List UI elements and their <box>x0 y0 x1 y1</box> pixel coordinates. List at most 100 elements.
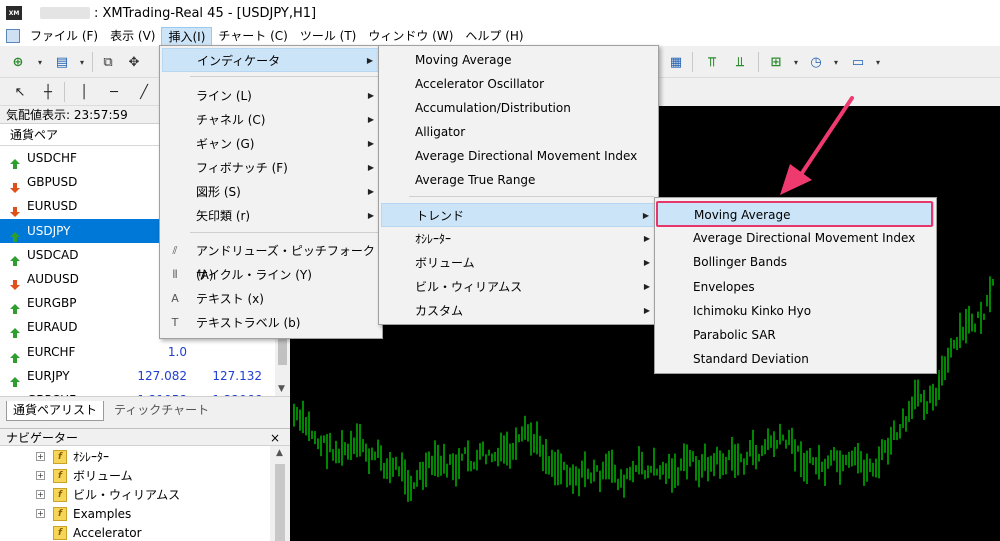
expand-icon[interactable]: + <box>36 471 45 480</box>
bid-price: 127.082 <box>137 368 187 383</box>
navigator-scrollbar[interactable]: ▲ <box>270 446 290 541</box>
indicator-menu-item[interactable]: ｵｼﾚｰﾀｰ ▶ <box>381 227 656 251</box>
indicator-menu-item[interactable]: Average Directional Movement Index <box>381 144 656 168</box>
up-arrow-icon <box>10 371 20 387</box>
tree-item-label: Accelerator <box>73 525 142 540</box>
trend-menu-item[interactable]: Standard Deviation <box>657 347 934 371</box>
expand-icon[interactable]: + <box>36 490 45 499</box>
tree-item-bill-williams[interactable]: + f ビル・ウィリアムス <box>36 485 180 504</box>
periods-clock-icon[interactable]: ◷ <box>806 52 826 72</box>
indicator-menu-item[interactable]: Accumulation/Distribution <box>381 96 656 120</box>
indicator-menu-item[interactable]: Alligator <box>381 120 656 144</box>
insert-menu-item[interactable]: 矢印類 (r) ▶ <box>162 204 380 228</box>
crosshair-icon[interactable]: ┼ <box>38 82 58 102</box>
menu-insert[interactable]: 挿入(I) <box>161 26 213 46</box>
menu-item-label: Moving Average <box>415 53 512 67</box>
market-watch-tabs: 通貨ペアリスト ティックチャート <box>0 396 290 424</box>
indicator-menu-item[interactable]: ビル・ウィリアムス ▶ <box>381 275 656 299</box>
indicator-menu-item[interactable]: Accelerator Oscillator <box>381 72 656 96</box>
menu-help[interactable]: ヘルプ (H) <box>459 27 529 46</box>
table-row[interactable]: EURJPY 127.082 127.132 <box>0 364 275 388</box>
periods-dropdown-icon[interactable]: ▾ <box>826 52 846 72</box>
menu-view[interactable]: 表示 (V) <box>104 27 161 46</box>
menu-tools[interactable]: ツール (T) <box>294 27 363 46</box>
cursor-icon[interactable]: ↖ <box>10 82 30 102</box>
profiles-icon[interactable]: ▤ <box>52 52 72 72</box>
toolbar-separator <box>92 52 93 72</box>
table-row[interactable]: GBPCHF 1.21958 1.22066 <box>0 388 275 396</box>
trend-menu-item[interactable]: Bollinger Bands <box>657 250 934 274</box>
indicators-dropdown-icon[interactable]: ▾ <box>786 52 806 72</box>
indicators-list-icon[interactable]: ⊞ <box>766 52 786 72</box>
new-chart-icon[interactable]: ⊕ <box>8 52 28 72</box>
dropdown-arrow-icon[interactable]: ▾ <box>30 52 50 72</box>
insert-menu-item[interactable]: A テキスト (x) <box>162 287 380 311</box>
trend-menu-item[interactable]: Envelopes <box>657 275 934 299</box>
templates-icon[interactable]: ▭ <box>848 52 868 72</box>
tab-symbols[interactable]: 通貨ペアリスト <box>6 401 105 421</box>
templates-dropdown-icon[interactable]: ▾ <box>868 52 888 72</box>
tree-item-oscillators[interactable]: + f ｵｼﾚｰﾀｰ <box>36 447 109 466</box>
tree-item-volumes[interactable]: + f ボリューム <box>36 466 133 485</box>
tab-tick-chart[interactable]: ティックチャート <box>108 401 215 421</box>
menu-item-label: Average Directional Movement Index <box>415 149 638 163</box>
navigator-title: ナビゲーター <box>6 431 79 445</box>
scrollbar-thumb[interactable] <box>275 464 285 541</box>
trend-menu-item[interactable]: Average Directional Movement Index <box>657 226 934 250</box>
menu-chart[interactable]: チャート (C) <box>212 27 293 46</box>
insert-menu-item[interactable]: チャネル (C) ▶ <box>162 108 380 132</box>
account-name-redacted <box>40 7 90 19</box>
table-row[interactable]: EURCHF 1.0 <box>0 340 275 364</box>
horizontal-line-icon[interactable]: ─ <box>104 82 124 102</box>
close-icon[interactable]: × <box>270 429 280 447</box>
indicator-menu-item[interactable]: ボリューム ▶ <box>381 251 656 275</box>
autoscroll-icon[interactable]: ⫫ <box>730 52 750 72</box>
symbol-name: GBPCHF <box>27 388 76 396</box>
tree-item-examples[interactable]: + f Examples <box>36 504 131 523</box>
menu-file[interactable]: ファイル (F) <box>24 27 104 46</box>
insert-menu-item[interactable]: インディケータ ▶ <box>162 48 380 72</box>
insert-menu-item[interactable]: 図形 (S) ▶ <box>162 180 380 204</box>
menu-window[interactable]: ウィンドウ (W) <box>362 27 459 46</box>
indicator-menu-item[interactable]: トレンド ▶ <box>381 203 656 227</box>
profiles-dropdown-icon[interactable]: ▾ <box>72 52 92 72</box>
expand-icon[interactable]: + <box>36 452 45 461</box>
tile-windows-icon[interactable]: ▦ <box>666 52 686 72</box>
symbol-name: AUDUSD <box>27 271 79 286</box>
indicator-menu-item[interactable]: Average True Range <box>381 168 656 192</box>
trend-menu-item[interactable]: Parabolic SAR <box>657 323 934 347</box>
child-window-icon[interactable] <box>6 29 20 43</box>
menu-item-label: Average Directional Movement Index <box>693 231 916 246</box>
menu-item-label: Bollinger Bands <box>693 255 787 270</box>
insert-menu-item[interactable]: フィボナッチ (F) ▶ <box>162 156 380 180</box>
insert-menu-item[interactable]: ⦀ サイクル・ライン (Y) <box>162 263 380 287</box>
tree-item-accelerator[interactable]: f Accelerator <box>53 523 142 541</box>
scroll-down-icon[interactable]: ▼ <box>278 384 285 394</box>
expand-icon[interactable]: + <box>36 509 45 518</box>
vertical-line-icon[interactable]: │ <box>74 82 94 102</box>
insert-menu-item[interactable]: T テキストラベル (b) <box>162 311 380 335</box>
menu-separator <box>409 196 654 197</box>
indicator-menu-item[interactable]: カスタム ▶ <box>381 299 656 323</box>
submenu-arrow-icon: ▶ <box>643 282 650 291</box>
symbol-name: USDCHF <box>27 151 77 165</box>
insert-menu-item[interactable]: ⫽ アンドリューズ・ピッチフォーク (A) <box>162 239 380 282</box>
trend-menu-item[interactable]: Ichimoku Kinko Hyo <box>657 299 934 323</box>
menu-separator <box>190 232 378 233</box>
chart-shift-icon[interactable]: ⫪ <box>702 52 722 72</box>
symbol-name: EURCHF <box>27 344 76 359</box>
trendline-icon[interactable]: ╱ <box>134 82 154 102</box>
up-arrow-icon <box>10 153 20 169</box>
market-watch-icon[interactable]: ⧉ <box>98 52 118 72</box>
tree-item-label: Examples <box>73 506 132 521</box>
toolbar-separator <box>64 82 65 102</box>
symbol-name: EURJPY <box>27 368 70 383</box>
navigator-icon[interactable]: ✥ <box>124 52 144 72</box>
indicator-menu-item[interactable]: Moving Average <box>381 48 656 72</box>
menu-item-label: ギャン (G) <box>196 137 255 151</box>
submenu-arrow-icon: ▶ <box>642 211 649 220</box>
up-arrow-icon <box>10 250 20 266</box>
insert-menu-item[interactable]: ライン (L) ▶ <box>162 84 380 108</box>
scroll-up-icon[interactable]: ▲ <box>276 448 283 458</box>
insert-menu-item[interactable]: ギャン (G) ▶ <box>162 132 380 156</box>
